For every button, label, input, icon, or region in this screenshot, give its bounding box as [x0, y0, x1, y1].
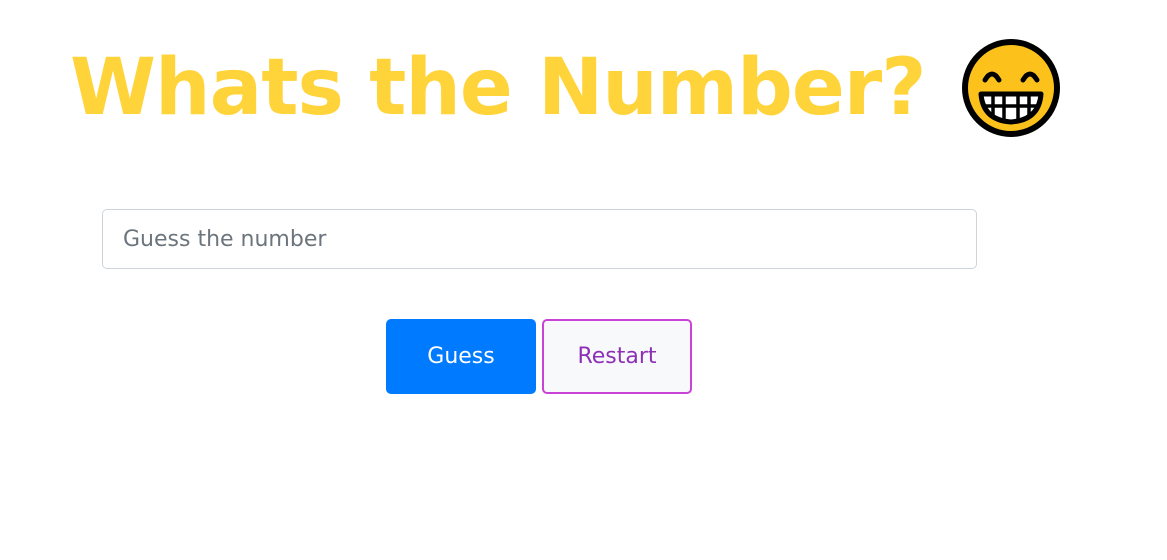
page-title: Whats the Number?	[70, 43, 926, 133]
game-page: Whats the Number? Guess Restart	[0, 0, 1167, 560]
guess-button[interactable]: Guess	[386, 319, 536, 394]
restart-button[interactable]: Restart	[542, 319, 692, 394]
header: Whats the Number?	[70, 38, 1061, 138]
grinning-face-icon	[961, 38, 1061, 138]
guess-input[interactable]	[102, 209, 977, 269]
